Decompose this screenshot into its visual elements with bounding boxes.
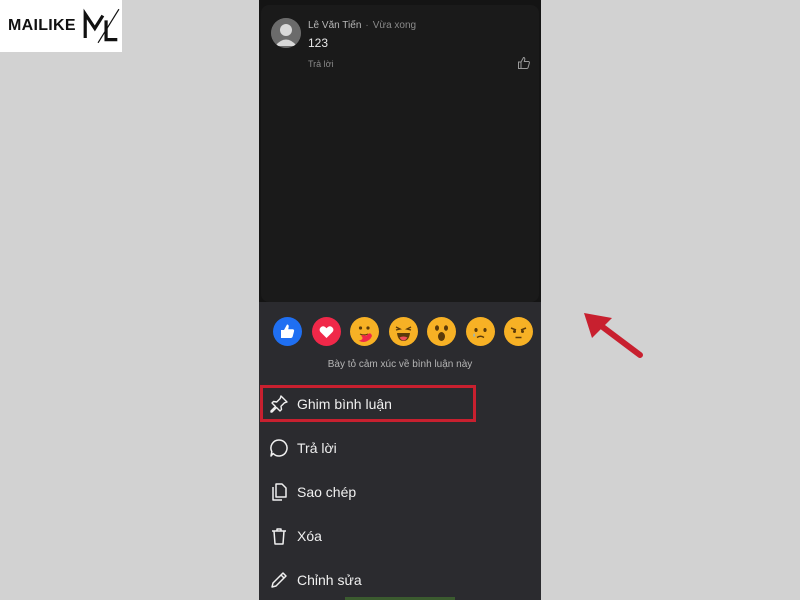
brand-name: MAILIKE <box>8 17 76 34</box>
haha-reaction-icon[interactable] <box>388 317 418 346</box>
comment-item[interactable]: Lê Văn Tiến · Vừa xong 123 Trả lời <box>261 5 539 302</box>
like-reaction-icon[interactable] <box>273 317 302 346</box>
pin-comment-highlight-box <box>260 385 476 422</box>
ml-logo-mark-icon <box>83 8 120 44</box>
care-reaction-icon[interactable] <box>350 317 379 346</box>
red-arrow-annotation-icon <box>584 313 643 358</box>
edit-menu-item[interactable]: Chỉnh sửa <box>259 558 541 600</box>
reaction-bar <box>273 317 533 346</box>
reply-menu-item[interactable]: Trả lời <box>259 426 541 470</box>
trash-icon <box>269 526 289 546</box>
menu-item-label: Sao chép <box>297 484 357 500</box>
separator-dot: · <box>365 20 369 31</box>
comment-time: Vừa xong <box>372 20 417 31</box>
speech-bubble-icon <box>269 438 289 458</box>
default-avatar-icon[interactable] <box>271 18 301 48</box>
copy-icon <box>269 482 289 502</box>
sad-reaction-icon[interactable] <box>465 317 495 346</box>
wow-reaction-icon[interactable] <box>427 317 456 346</box>
comment-header: Lê Văn Tiến · Vừa xong <box>308 20 416 31</box>
phone-screen: Lê Văn Tiến · Vừa xong 123 Trả lời Bày t… <box>259 0 541 600</box>
comment-action-sheet: Bày tỏ cảm xúc về bình luận này Ghim bìn… <box>259 302 541 600</box>
angry-reaction-icon[interactable] <box>504 317 533 346</box>
delete-menu-item[interactable]: Xóa <box>259 514 541 558</box>
thumbs-up-outline-icon[interactable] <box>517 56 531 70</box>
comment-reply-link[interactable]: Trả lời <box>308 59 334 69</box>
brand-logo: MAILIKE <box>0 0 122 52</box>
menu-item-label: Chỉnh sửa <box>297 572 362 588</box>
menu-item-label: Xóa <box>297 528 322 544</box>
menu-item-label: Trả lời <box>297 440 337 456</box>
reaction-caption: Bày tỏ cảm xúc về bình luận này <box>327 359 473 370</box>
comment-area: Lê Văn Tiến · Vừa xong 123 Trả lời <box>259 0 541 302</box>
pencil-icon <box>269 570 289 590</box>
love-reaction-icon[interactable] <box>311 317 341 346</box>
comment-text: 123 <box>308 36 329 50</box>
copy-menu-item[interactable]: Sao chép <box>259 470 541 514</box>
comment-author[interactable]: Lê Văn Tiến <box>308 20 361 31</box>
